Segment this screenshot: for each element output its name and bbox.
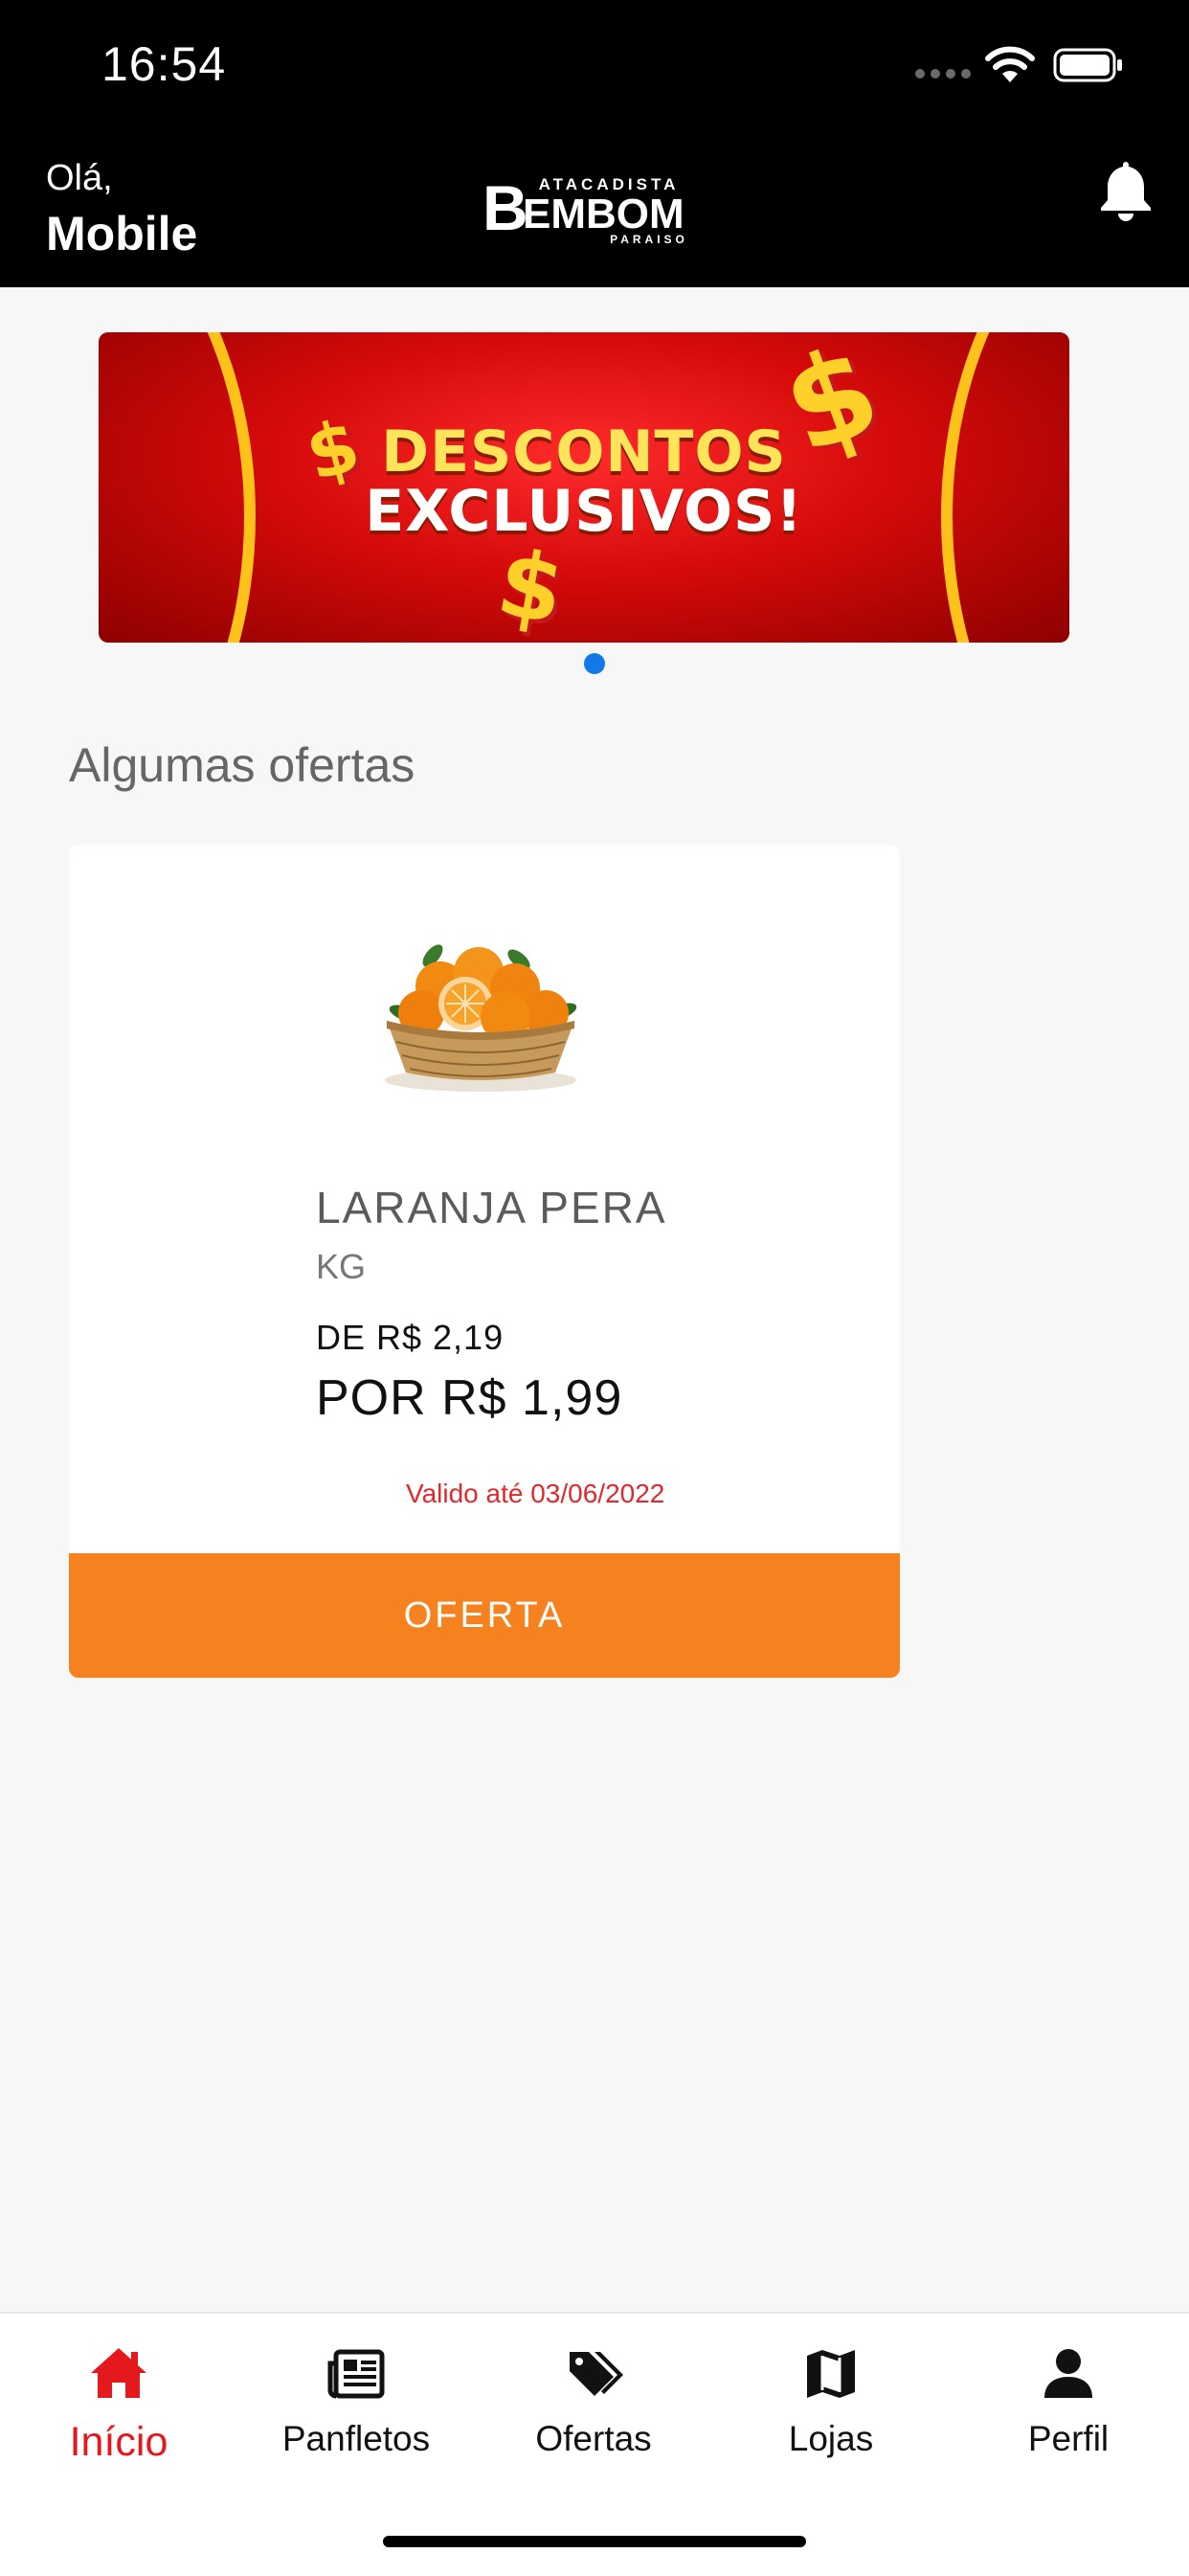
user-icon — [1044, 2349, 1092, 2398]
dollar-icon: $ — [489, 529, 572, 643]
wifi-icon — [985, 46, 1035, 82]
tab-lojas[interactable]: Lojas — [712, 2342, 950, 2496]
promo-banner[interactable]: $ $ $ DESCONTOS EXCLUSIVOS! — [99, 332, 1069, 643]
tab-label: Perfil — [1027, 2419, 1110, 2458]
tab-perfil[interactable]: Perfil — [950, 2342, 1187, 2496]
tab-label: Lojas — [788, 2419, 874, 2458]
tab-label: Início — [69, 2419, 168, 2465]
valid-until: Valido até 03/06/2022 — [406, 1479, 665, 1508]
map-icon — [807, 2350, 855, 2398]
notification-bell-icon[interactable] — [1097, 158, 1155, 221]
product-unit: KG — [316, 1247, 367, 1286]
cellular-signal-icon — [915, 69, 971, 79]
tab-label: Panfletos — [281, 2419, 431, 2458]
status-time: 16:54 — [101, 37, 227, 91]
newspaper-icon — [327, 2349, 385, 2399]
new-price: POR R$ 1,99 — [316, 1370, 623, 1426]
tab-panfletos[interactable]: Panfletos — [237, 2342, 475, 2496]
svg-text:EMBOM: EMBOM — [523, 191, 684, 237]
tab-inicio[interactable]: Início — [0, 2342, 237, 2496]
battery-icon — [1053, 48, 1122, 82]
offer-button[interactable]: OFERTA — [69, 1553, 900, 1678]
bembom-logo: ATACADISTA B EMBOM PARAISO — [482, 172, 688, 246]
home-icon — [91, 2348, 146, 2398]
offer-card[interactable]: LARANJA PERA KG DE R$ 2,19 POR R$ 1,99 V… — [69, 845, 900, 1678]
user-name: Mobile — [46, 207, 198, 260]
greeting-text: Olá, — [46, 158, 113, 198]
banner-line-2: EXCLUSIVOS! — [365, 478, 803, 545]
app-header: 16:54 Olá, Mobile ATACADISTA B EMBOM PAR… — [0, 0, 1189, 287]
home-indicator[interactable] — [383, 2536, 806, 2547]
carousel-pager-dot[interactable] — [584, 653, 605, 674]
svg-text:PARAISO: PARAISO — [610, 233, 688, 246]
tags-icon — [570, 2352, 623, 2396]
orange-basket-image — [385, 944, 577, 1092]
product-name: LARANJA PERA — [316, 1183, 667, 1232]
svg-text:B: B — [482, 172, 528, 243]
section-title: Algumas ofertas — [69, 738, 415, 792]
old-price: DE R$ 2,19 — [316, 1318, 505, 1357]
tab-ofertas[interactable]: Ofertas — [475, 2342, 712, 2496]
tab-label: Ofertas — [535, 2419, 652, 2458]
banner-line-1: DESCONTOS — [381, 418, 787, 486]
